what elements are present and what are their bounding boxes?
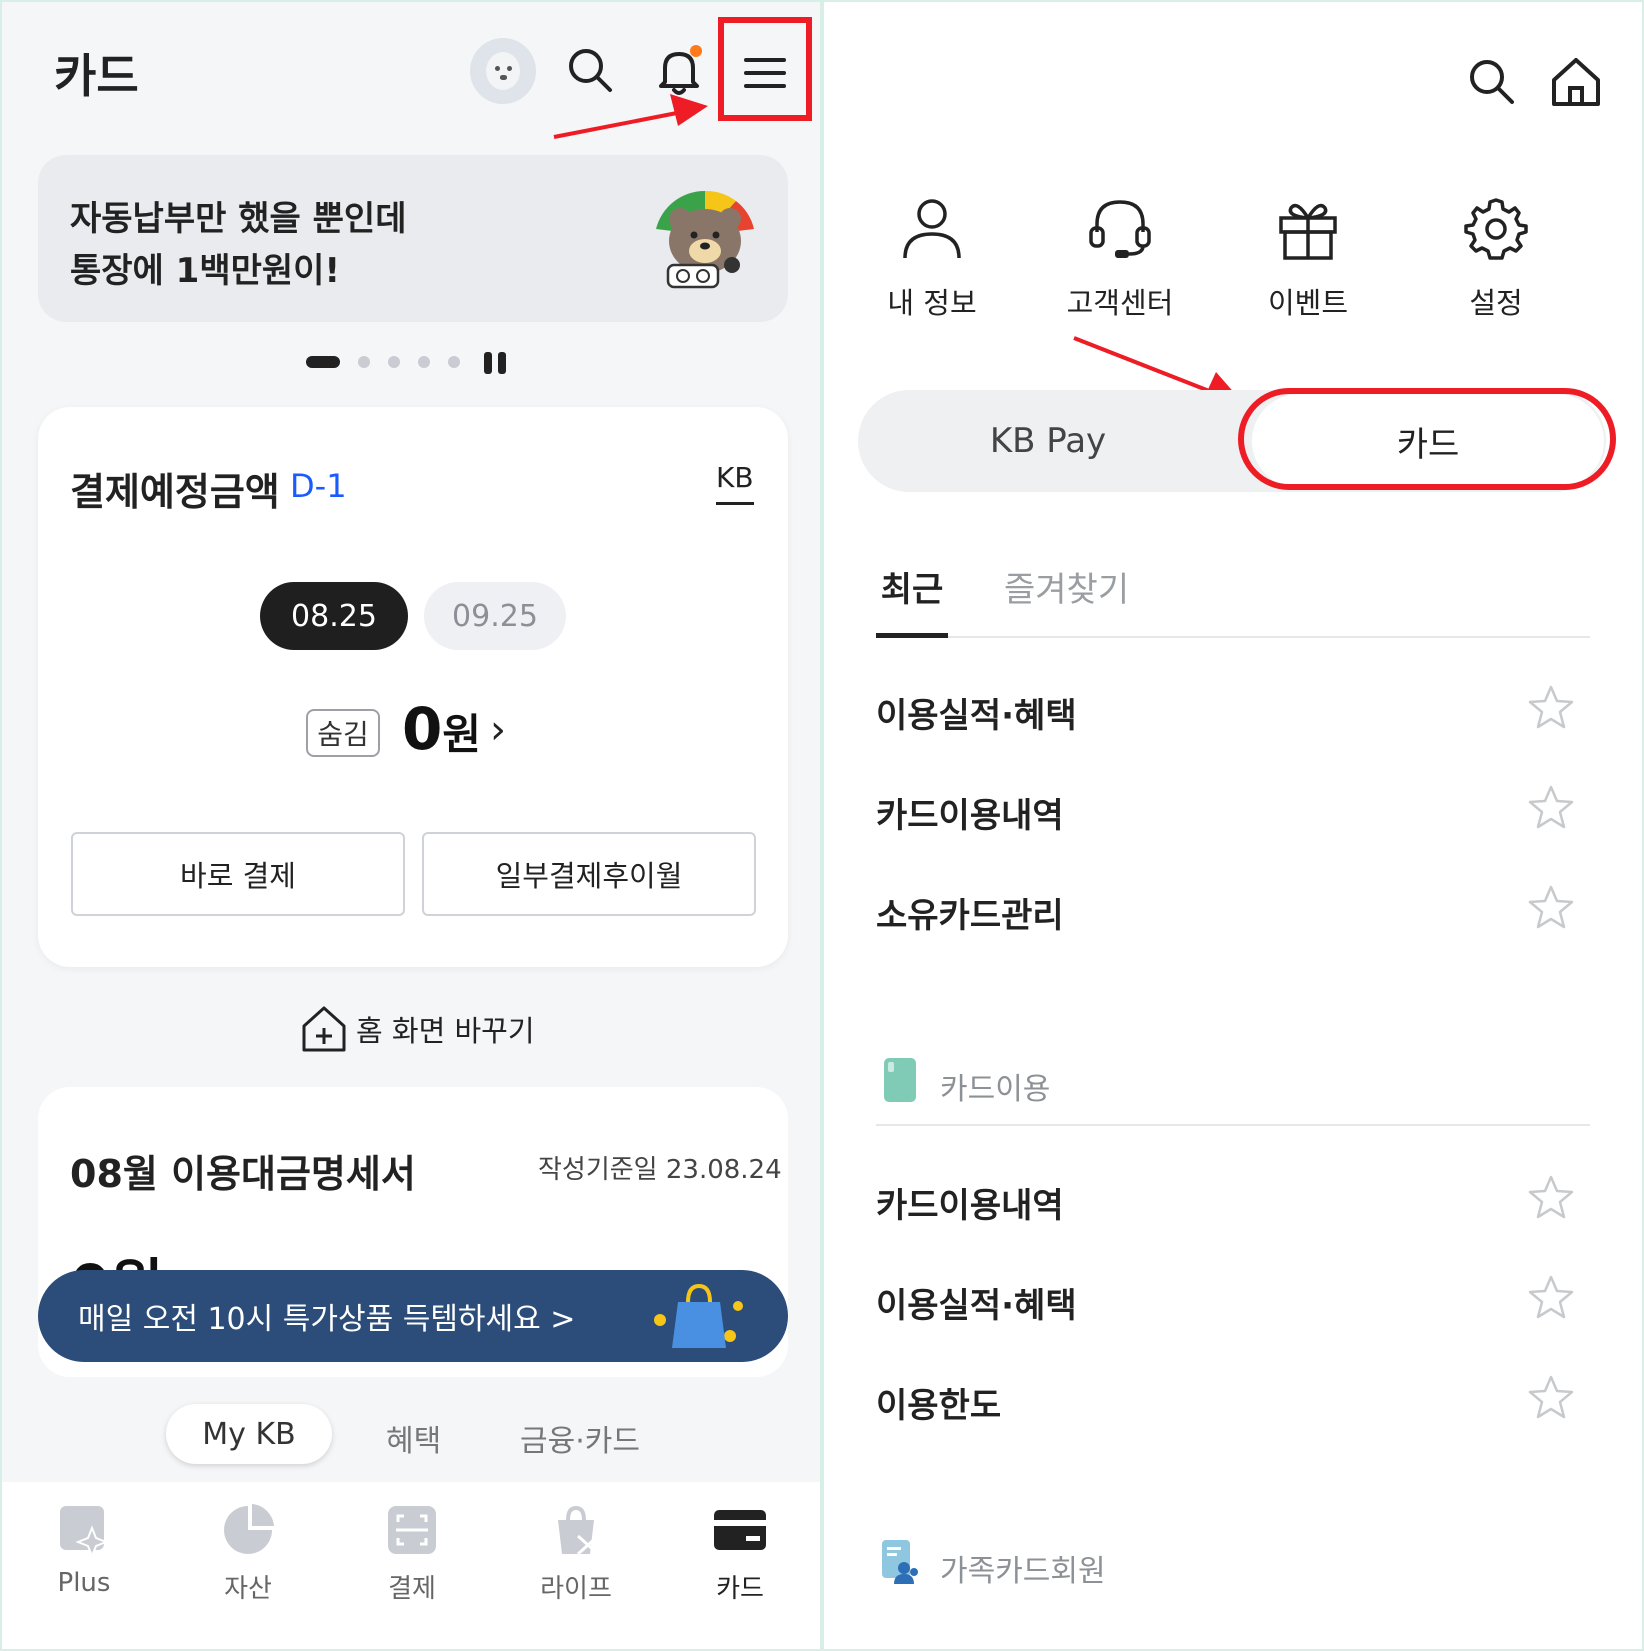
issuer-tab[interactable]: KB — [716, 461, 754, 505]
home-plus-icon — [302, 1006, 346, 1052]
chevron-right-icon[interactable]: › — [490, 707, 506, 753]
date-pill[interactable]: 09.25 — [424, 582, 566, 650]
plus-sparkle-icon — [60, 1506, 109, 1558]
left-screen: 카드 자동납부만 했을 뿐인데 통장에 1백만원이! 결제예정금액 D-1 KB… — [0, 0, 822, 1651]
search-icon[interactable] — [562, 42, 620, 100]
partial-pay-button[interactable]: 일부결제후이월 — [422, 832, 756, 916]
payment-title: 결제예정금액 — [70, 470, 280, 514]
star-icon[interactable] — [1528, 1274, 1574, 1320]
person-icon — [903, 199, 961, 259]
headset-icon — [1089, 200, 1151, 258]
tab-card[interactable]: 카드 — [680, 1502, 800, 1605]
quick-event[interactable]: 이벤트 — [1238, 194, 1378, 322]
quick-customer-center[interactable]: 고객센터 — [1050, 194, 1190, 322]
dday-label: D-1 — [290, 467, 347, 505]
hide-toggle[interactable]: 숨김 — [306, 709, 380, 757]
home-change-label: 홈 화면 바꾸기 — [356, 1014, 535, 1048]
card-highlight-ring — [1238, 388, 1616, 490]
star-icon[interactable] — [1528, 684, 1574, 730]
segment-benefit[interactable]: 혜택 — [386, 1416, 441, 1460]
avatar[interactable] — [470, 38, 536, 104]
page-title: 카드 — [54, 49, 139, 103]
list-item[interactable]: 소유카드관리 — [876, 872, 1590, 952]
pie-chart-icon — [224, 1504, 274, 1554]
gift-icon — [1279, 203, 1337, 260]
notification-dot — [690, 45, 702, 57]
bottom-tab-bar: Plus 자산 결제 라이프 카드 — [2, 1482, 820, 1649]
gear-icon — [1464, 198, 1528, 260]
pay-now-button[interactable]: 바로 결제 — [71, 832, 405, 916]
banner-line-1: 자동납부만 했을 뿐인데 — [70, 199, 407, 239]
bear-mascot-icon — [656, 190, 754, 289]
life-bag-icon — [558, 1505, 600, 1556]
bill-date: 작성기준일 23.08.24 — [538, 1155, 782, 1185]
list-item[interactable]: 이용실적·혜택 — [876, 672, 1590, 752]
promo-strip[interactable]: 매일 오전 10시 특가상품 득템하세요 > — [38, 1270, 788, 1362]
pause-icon[interactable] — [482, 352, 508, 374]
family-card-icon — [882, 1540, 918, 1584]
star-icon[interactable] — [1528, 784, 1574, 830]
segment-kb-pay[interactable]: KB Pay — [858, 390, 1238, 492]
search-icon[interactable] — [1464, 54, 1520, 110]
tab-payment[interactable]: 결제 — [352, 1502, 472, 1605]
tab-favorites[interactable]: 즐겨찾기 — [1004, 562, 1129, 611]
shopping-bag-icon — [654, 1283, 743, 1348]
star-icon[interactable] — [1528, 884, 1574, 930]
list-item[interactable]: 카드이용내역 — [876, 1162, 1590, 1242]
menu-highlight-box — [718, 17, 812, 121]
list-item[interactable]: 이용실적·혜택 — [876, 1262, 1590, 1342]
segment-my-kb[interactable]: My KB — [166, 1404, 332, 1464]
tab-life[interactable]: 라이프 — [516, 1502, 636, 1605]
credit-card-icon — [714, 1510, 766, 1550]
tab-plus[interactable]: Plus — [24, 1502, 144, 1598]
payment-amount[interactable]: 0원 — [402, 695, 481, 763]
bill-title: 08월 이용대금명세서 — [70, 1152, 416, 1196]
promo-banner[interactable]: 자동납부만 했을 뿐인데 통장에 1백만원이! — [38, 155, 788, 322]
quick-settings[interactable]: 설정 — [1426, 194, 1566, 322]
segment-bar: My KB 혜택 금융·카드 — [2, 1390, 820, 1480]
mode-segment: KB Pay 카드 — [858, 388, 1616, 492]
tab-recent[interactable]: 최근 — [876, 562, 948, 638]
date-pill-active[interactable]: 08.25 — [260, 582, 408, 650]
scan-icon — [388, 1506, 436, 1554]
promo-text: 매일 오전 10시 특가상품 득템하세요 > — [78, 1302, 576, 1337]
card-mint-icon — [884, 1058, 916, 1102]
star-icon[interactable] — [1528, 1174, 1574, 1220]
list-item[interactable]: 이용한도 — [876, 1362, 1590, 1442]
section-card-usage: 카드이용 — [876, 1048, 1590, 1126]
section-family-card: 가족카드회원 — [876, 1530, 1590, 1608]
quick-my-info[interactable]: 내 정보 — [862, 194, 1002, 322]
list-item[interactable]: 카드이용내역 — [876, 772, 1590, 852]
payment-card: 결제예정금액 D-1 KB 08.25 09.25 숨김 0원 › 바로 결제 … — [38, 407, 788, 967]
star-icon[interactable] — [1528, 1374, 1574, 1420]
home-change-button[interactable]: 홈 화면 바꾸기 — [300, 1004, 535, 1054]
banner-line-2: 통장에 1백만원이! — [70, 251, 340, 291]
tab-assets[interactable]: 자산 — [188, 1502, 308, 1605]
home-icon[interactable] — [1548, 54, 1604, 110]
bear-face-icon — [486, 52, 520, 90]
segment-finance-card[interactable]: 금융·카드 — [520, 1416, 640, 1460]
right-screen: 내 정보 고객센터 이벤트 설정 KB Pay 카드 최근 즐겨찾기 이용실적·… — [822, 0, 1644, 1651]
menu-tabs: 최근 즐겨찾기 — [876, 562, 1590, 638]
